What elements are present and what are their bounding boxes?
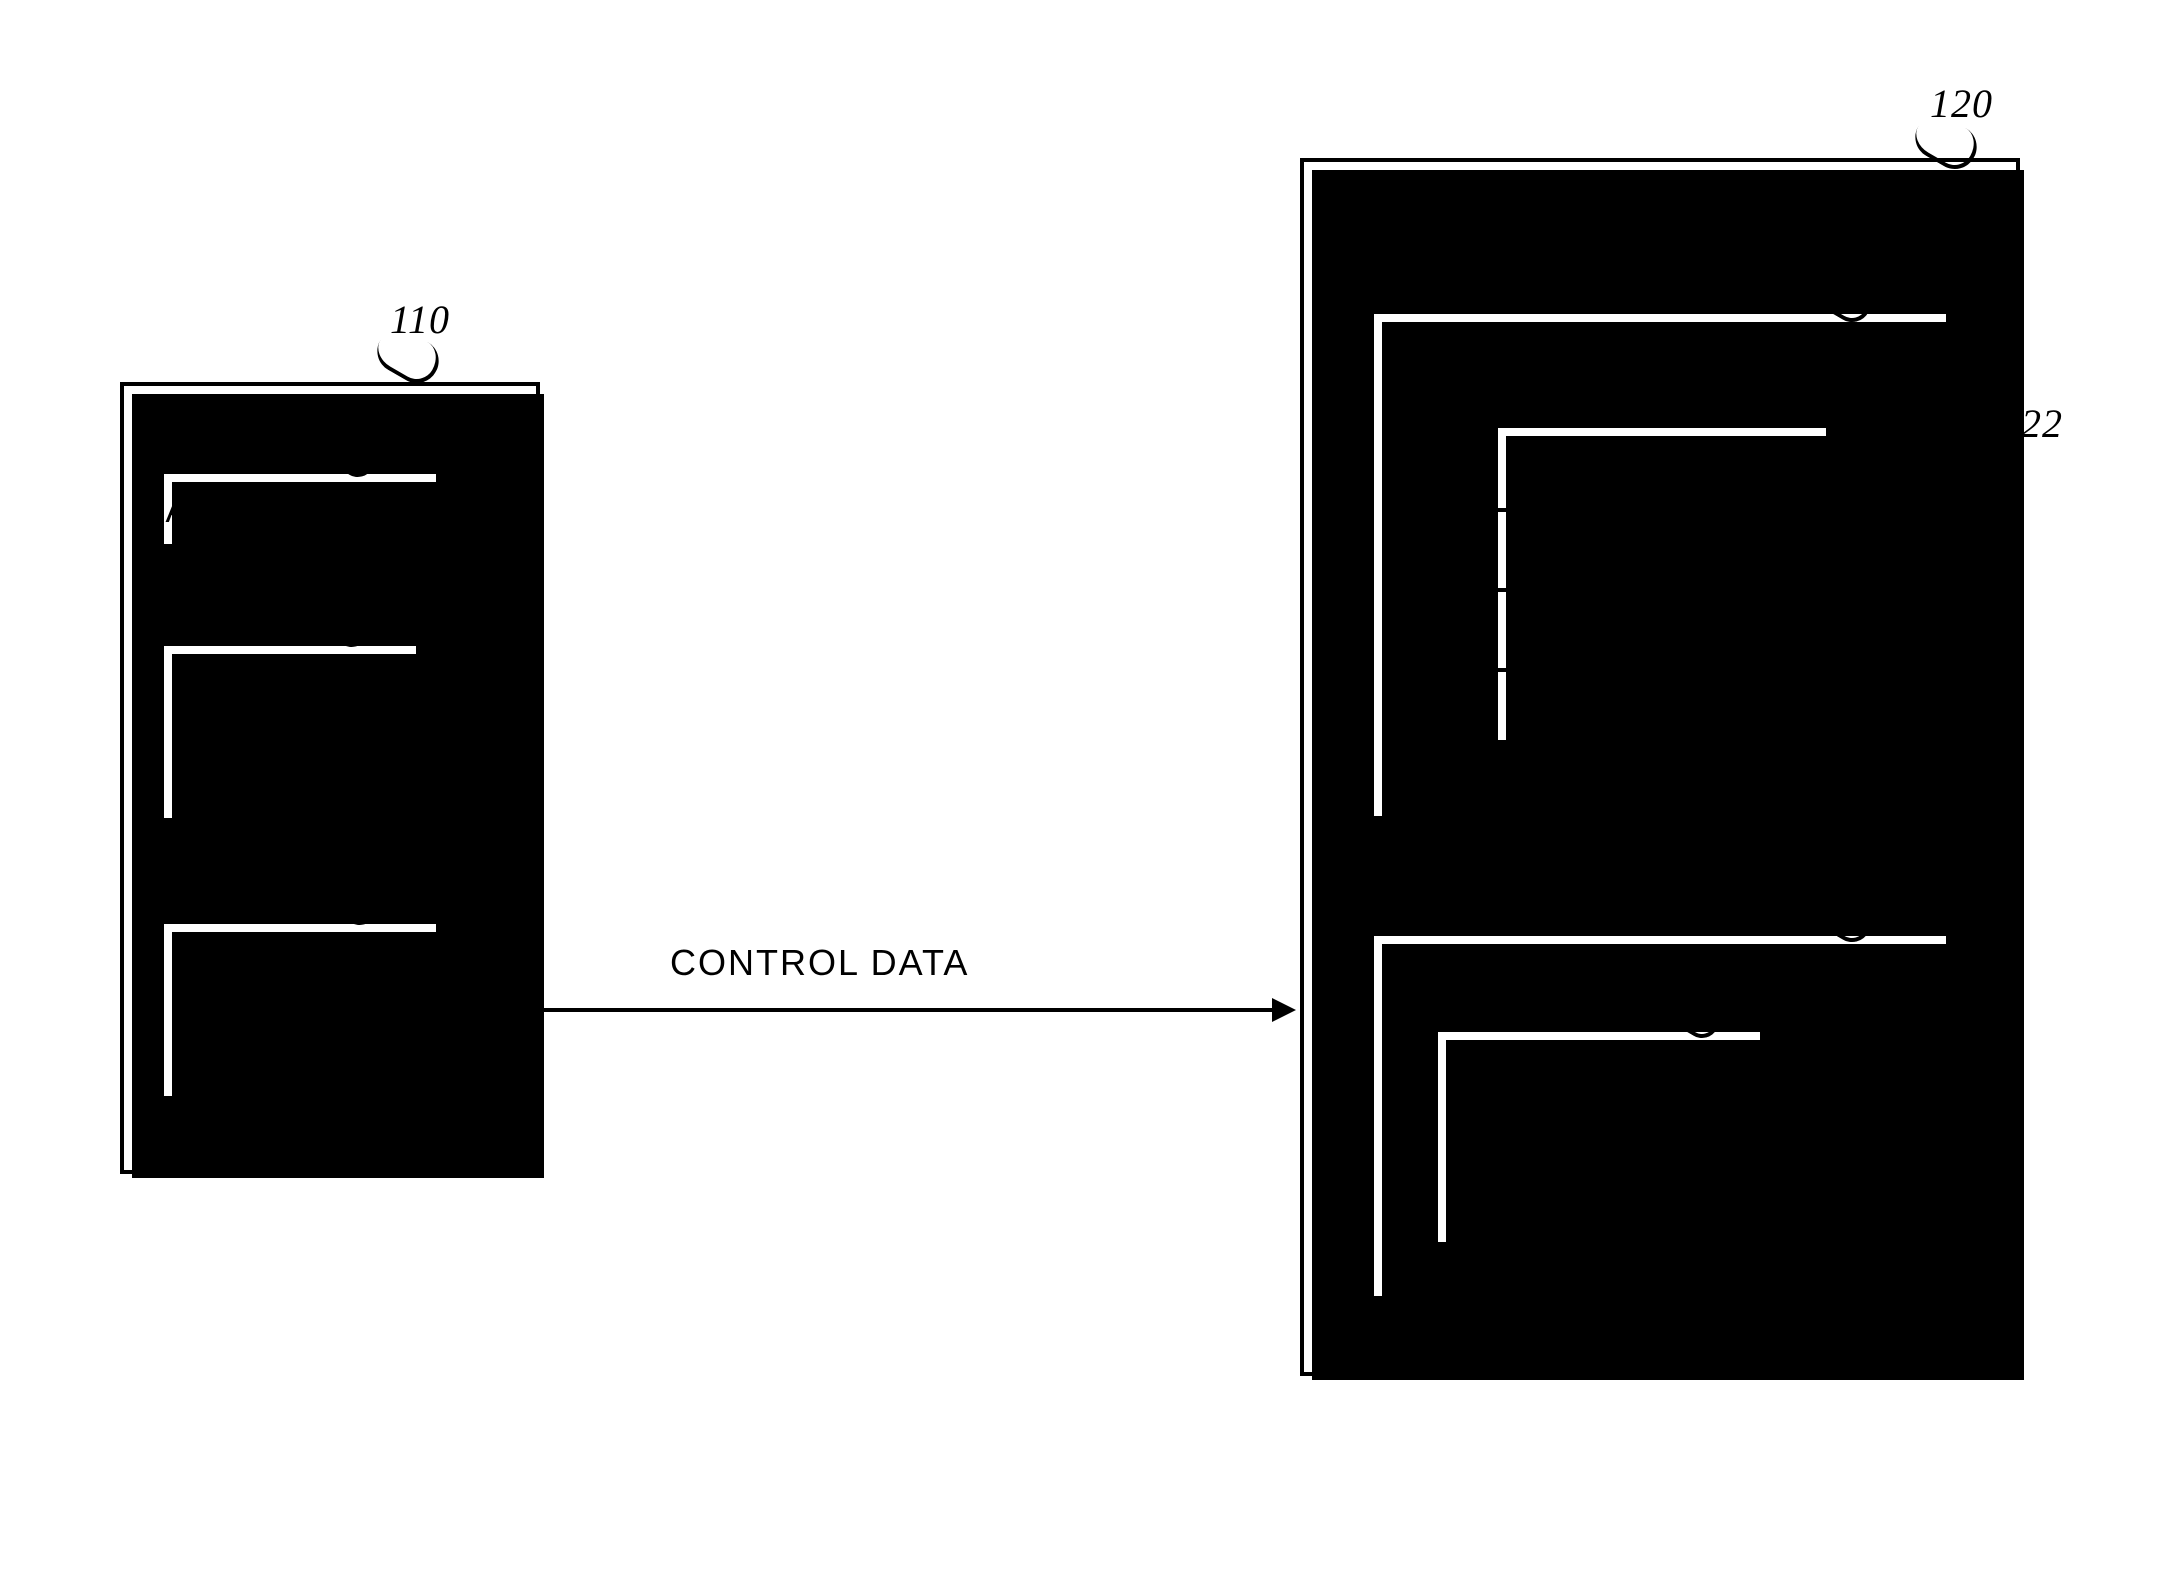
- embedded-command-processing-box: EMBEDDED–COMMANDPROCESSING: [1434, 1028, 1764, 1246]
- connector-driver-controller: [472, 1008, 1272, 1012]
- connector-applications-api: [276, 572, 280, 618]
- os-device-driver-label: STANDARDOS DEVICEDRIVER: [164, 942, 436, 1080]
- control-data-label: CONTROL DATA: [670, 942, 969, 984]
- sector-row-n: SECTOR N–1: [1494, 668, 1830, 748]
- sector-table: SECTOR 0 SECTOR 2 ••• SECTOR N–1: [1494, 424, 1830, 744]
- sector-row-0: SECTOR 0: [1494, 428, 1830, 508]
- applications-box: APPLICATIONS: [160, 470, 440, 548]
- command-portal-api-box: COMMANDPORTALAPI: [160, 642, 420, 822]
- applications-label: APPLICATIONS: [164, 488, 436, 534]
- sector-row-1: SECTOR 2: [1494, 508, 1830, 588]
- os-device-driver-box: STANDARDOS DEVICEDRIVER: [160, 920, 440, 1100]
- sector-row-ellipsis: •••: [1494, 588, 1830, 668]
- connector-memory-controller: [1656, 848, 1660, 908]
- memory-array-title: MEMORY ARRAY: [1374, 336, 1946, 378]
- command-portal-api-label: COMMANDPORTALAPI: [164, 664, 416, 802]
- embedded-command-processing-label: EMBEDDED–COMMANDPROCESSING: [1438, 1056, 1760, 1194]
- storage-subsystem-title: STORAGE SUBSYSTEM: [1304, 186, 2016, 228]
- connector-api-driver: [276, 846, 280, 896]
- controller-title: CONTROLLER: [1374, 952, 1946, 994]
